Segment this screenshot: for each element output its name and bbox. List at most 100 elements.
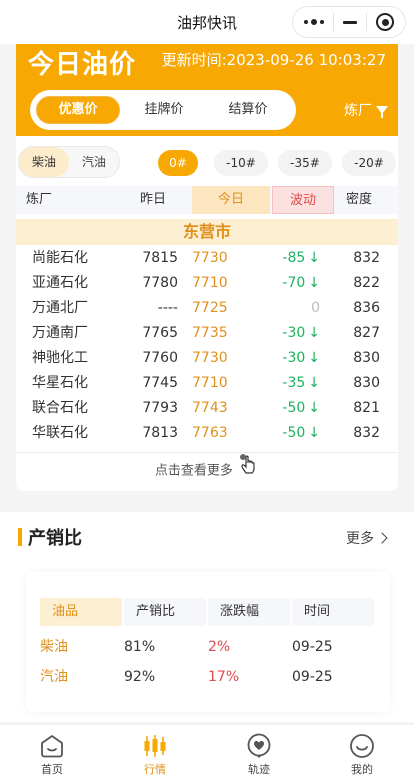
ratio-col-change: 涨跌幅: [208, 598, 290, 626]
grade-minus-10[interactable]: -10#: [214, 150, 268, 176]
ratio-title: 产销比: [28, 528, 82, 549]
table-row[interactable]: 尚能石化 7815 7730 -85 ↓ 832: [16, 246, 398, 271]
ratio-col-time: 时间: [292, 598, 374, 626]
today-price: 7730: [192, 350, 228, 366]
pointer-hand-icon: [239, 453, 259, 489]
ratio-product: 柴油: [40, 639, 68, 655]
fuel-diesel[interactable]: 柴油: [19, 147, 69, 177]
ratio-more-label: 更多: [346, 531, 374, 547]
density: 821: [353, 400, 380, 416]
yesterday-price: 7765: [142, 325, 178, 341]
smile-user-icon: [332, 733, 392, 759]
table-row[interactable]: 联合石化 7793 7743 -50 ↓ 821: [16, 396, 398, 421]
price-change-value: -30: [282, 325, 306, 341]
ratio-change: 17%: [208, 669, 240, 685]
density: 836: [353, 300, 380, 316]
price-change-value: -35: [282, 375, 306, 391]
filter-icon: [376, 106, 388, 118]
yesterday-price: 7780: [142, 275, 178, 291]
today-price: 7735: [192, 325, 228, 341]
tab-discount-price[interactable]: 优惠价: [34, 90, 122, 130]
ratio-change: 2%: [208, 639, 231, 655]
grade-0[interactable]: 0#: [158, 150, 198, 176]
home-icon: [22, 733, 82, 759]
table-row[interactable]: 亚通石化 7780 7710 -70 ↓ 822: [16, 271, 398, 296]
today-price: 7710: [192, 375, 228, 391]
yesterday-price: 7793: [142, 400, 178, 416]
ratio-section: 产销比 更多 油品 产销比 涨跌幅 时间 柴油 81% 2% 09-25 汽油 92% 17…: [0, 512, 414, 722]
fuel-gasoline[interactable]: 汽油: [69, 147, 119, 177]
ratio-time: 09-25: [292, 639, 333, 655]
price-change: -35 ↓: [266, 371, 320, 396]
tab-home[interactable]: 首页: [22, 733, 82, 777]
tab-market[interactable]: 行情: [125, 733, 185, 777]
see-more-label: 点击查看更多: [154, 463, 233, 479]
price-change: -70 ↓: [266, 271, 320, 296]
refinery-name: 尚能石化: [32, 250, 88, 266]
price-type-segment: 优惠价 挂牌价 结算价: [30, 90, 296, 130]
arrow-down-icon: ↓: [308, 350, 320, 366]
minimize-icon[interactable]: [342, 20, 357, 24]
today-price: 7743: [192, 400, 228, 416]
refinery-filter-button[interactable]: 炼厂: [344, 100, 388, 120]
tab-settlement-price[interactable]: 结算价: [204, 90, 292, 130]
grade-minus-35[interactable]: -35#: [278, 150, 332, 176]
refinery-name: 华联石化: [32, 425, 88, 441]
page-title: 今日油价: [28, 50, 137, 80]
refinery-name: 联合石化: [32, 400, 88, 416]
ratio-value: 92%: [124, 669, 156, 685]
table-row[interactable]: 神驰化工 7760 7730 -30 ↓ 830: [16, 346, 398, 371]
more-dots-icon[interactable]: [303, 19, 324, 25]
ratio-row: 柴油 81% 2% 09-25: [26, 632, 390, 662]
table-row[interactable]: 华联石化 7813 7763 -50 ↓ 832: [16, 421, 398, 446]
yesterday-price: 7815: [142, 250, 178, 266]
refinery-name: 亚通石化: [32, 275, 88, 291]
col-refinery: 炼厂: [26, 192, 53, 207]
arrow-down-icon: ↓: [308, 250, 320, 266]
price-card: 柴油 汽油 0# -10# -35# -20# 炼厂 昨日 今日 波动 密度 东…: [16, 136, 398, 491]
ratio-table: 油品 产销比 涨跌幅 时间 柴油 81% 2% 09-25 汽油 92% 17% 09-25: [26, 572, 390, 712]
fuel-type-toggle: 柴油 汽油: [18, 146, 120, 178]
price-header: 今日油价 更新时间:2023-09-26 10:03:27 优惠价 挂牌价 结算…: [16, 44, 398, 136]
ratio-more-link[interactable]: 更多: [346, 528, 388, 548]
arrow-down-icon: ↓: [308, 375, 320, 391]
ratio-time: 09-25: [292, 669, 333, 685]
grade-minus-20[interactable]: -20#: [342, 150, 396, 176]
yesterday-price: 7813: [142, 425, 178, 441]
close-target-icon[interactable]: [376, 13, 395, 31]
density: 832: [353, 250, 380, 266]
ratio-col-ratio: 产销比: [124, 598, 206, 626]
today-price: 7710: [192, 275, 228, 291]
col-today[interactable]: 今日: [192, 186, 270, 214]
tab-list-price[interactable]: 挂牌价: [120, 90, 208, 130]
tab-track[interactable]: 轨迹: [229, 733, 289, 777]
col-change[interactable]: 波动: [272, 186, 334, 214]
arrow-down-icon: ↓: [308, 425, 320, 441]
price-change-value: -85: [282, 250, 306, 266]
see-more-button[interactable]: 点击查看更多: [16, 452, 398, 486]
chevron-right-icon: [376, 532, 388, 544]
density: 830: [353, 375, 380, 391]
price-change-value: 0: [311, 300, 320, 316]
table-header: 炼厂 昨日 今日 波动 密度: [16, 186, 398, 214]
table-row[interactable]: 万通南厂 7765 7735 -30 ↓ 827: [16, 321, 398, 346]
density: 830: [353, 350, 380, 366]
price-change: -50 ↓: [266, 396, 320, 421]
refinery-name: 万通北厂: [32, 300, 88, 316]
price-change-value: -50: [282, 400, 306, 416]
table-row[interactable]: 华星石化 7745 7710 -35 ↓ 830: [16, 371, 398, 396]
today-price: 7730: [192, 250, 228, 266]
col-density: 密度: [346, 192, 373, 207]
price-change-value: -30: [282, 350, 306, 366]
ratio-product: 汽油: [40, 669, 68, 685]
tab-mine[interactable]: 我的: [332, 733, 392, 777]
refinery-name: 万通南厂: [32, 325, 88, 341]
ratio-row: 汽油 92% 17% 09-25: [26, 662, 390, 692]
table-row[interactable]: 万通北厂 ---- 7725 0 836: [16, 296, 398, 321]
density: 822: [353, 275, 380, 291]
density: 832: [353, 425, 380, 441]
city-group-header: 东营市: [16, 219, 398, 245]
arrow-down-icon: ↓: [308, 275, 320, 291]
price-change: -30 ↓: [266, 321, 320, 346]
update-time: 更新时间:2023-09-26 10:03:27: [161, 51, 386, 69]
